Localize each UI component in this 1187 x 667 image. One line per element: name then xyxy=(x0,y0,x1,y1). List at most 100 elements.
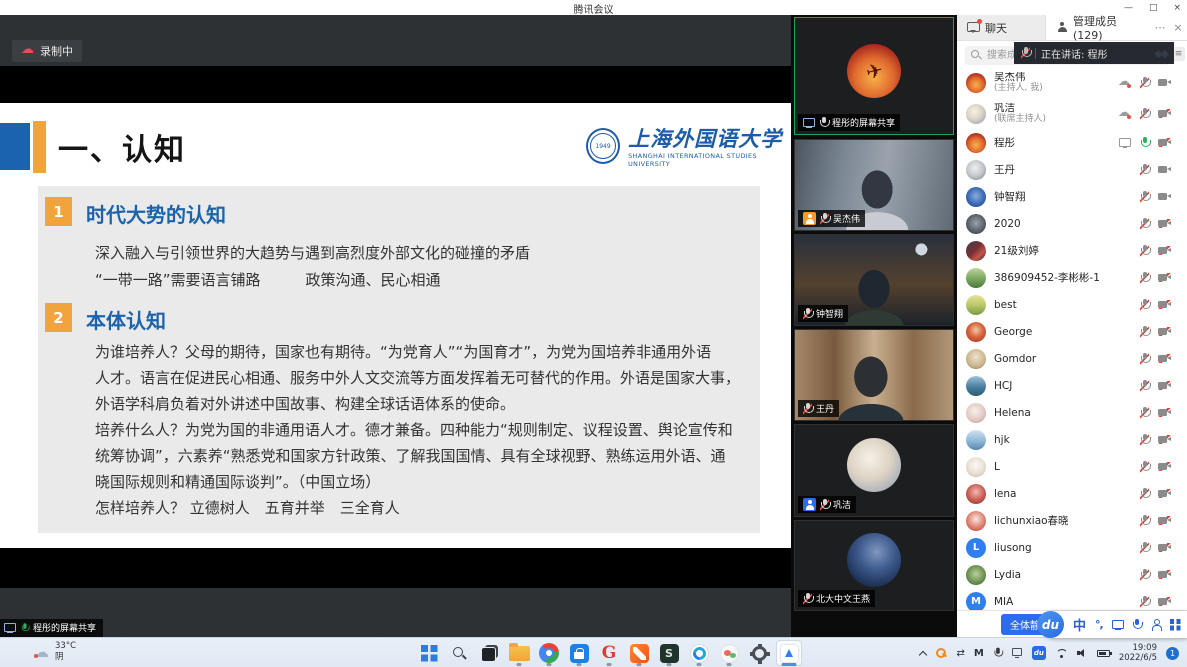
member-row[interactable]: Gomdor xyxy=(957,345,1187,372)
notification-count-badge[interactable]: 1 xyxy=(1166,647,1179,660)
screen-share-status-label: 程彤的屏幕共享 xyxy=(0,619,103,637)
taskbar-search-button[interactable] xyxy=(446,640,472,666)
avatar xyxy=(966,565,986,585)
speaker-icon[interactable] xyxy=(1077,648,1088,658)
recording-badge[interactable]: 录制中 xyxy=(12,40,82,62)
video-tile-wangdan[interactable]: 王丹 xyxy=(794,329,954,421)
taskbar-weather[interactable]: ☁ 33°C 阴 xyxy=(34,641,76,663)
member-row[interactable]: 巩洁(联席主持人) xyxy=(957,98,1187,129)
mic-on-icon xyxy=(1140,137,1149,149)
tab-chat[interactable]: 聊天 xyxy=(957,15,1046,40)
member-row[interactable]: HCJ xyxy=(957,372,1187,399)
camera-off-icon xyxy=(1158,165,1171,174)
speaking-indicator-banner: 正在讲话: 程彤 ◆◆ xyxy=(1014,42,1174,64)
ime-language-mode[interactable]: 中 xyxy=(1073,615,1086,634)
settings-button[interactable] xyxy=(746,640,772,666)
member-row[interactable]: L xyxy=(957,453,1187,480)
ime-menu-grid-icon[interactable] xyxy=(1170,619,1181,630)
mic-muted-icon xyxy=(1021,47,1030,59)
wechat-button[interactable] xyxy=(716,640,742,666)
sync-arrows-icon[interactable]: ⇄ xyxy=(956,648,964,659)
chrome-icon xyxy=(539,643,559,663)
member-row[interactable]: George xyxy=(957,318,1187,345)
member-row[interactable]: 钟智翔 xyxy=(957,183,1187,210)
share-label-text: 程彤的屏幕共享 xyxy=(33,621,96,634)
start-button[interactable] xyxy=(416,640,442,666)
mic-muted-icon xyxy=(1140,272,1149,284)
weather-temp: 33°C xyxy=(55,641,76,652)
member-row[interactable]: Helena xyxy=(957,399,1187,426)
close-button[interactable]: × xyxy=(1173,3,1181,13)
member-name: liusong xyxy=(994,542,1132,554)
g-app-icon: G xyxy=(602,643,617,663)
taskbar-clock[interactable]: 19:09 2022/6/5 xyxy=(1119,643,1157,663)
avatar xyxy=(847,533,901,587)
video-tile-zhongzhixiang[interactable]: 钟智翔 xyxy=(794,234,954,326)
member-row[interactable]: hjk xyxy=(957,426,1187,453)
member-row[interactable]: Lydia xyxy=(957,561,1187,588)
maximize-button[interactable]: □ xyxy=(1149,3,1158,13)
member-row[interactable]: L liusong xyxy=(957,534,1187,561)
member-row[interactable]: 2020 xyxy=(957,210,1187,237)
window-titlebar: 腾讯会议 — □ × xyxy=(0,0,1187,15)
windows-logo-icon xyxy=(421,645,438,662)
member-name: 386909452-李彬彬-1 xyxy=(994,270,1132,285)
file-explorer-button[interactable] xyxy=(506,640,532,666)
m-tray-icon[interactable]: M xyxy=(974,648,984,659)
member-row[interactable]: 386909452-李彬彬-1 xyxy=(957,264,1187,291)
tile-label: 程彤的屏幕共享 xyxy=(832,116,895,129)
window-title: 腾讯会议 xyxy=(0,1,1187,16)
tray-overflow-chevron-icon[interactable] xyxy=(918,649,927,657)
tile-label: 王丹 xyxy=(816,402,834,415)
wechat-icon xyxy=(720,644,739,663)
ime-account-icon[interactable] xyxy=(1151,619,1161,630)
baidu-ime-tray-icon[interactable]: du xyxy=(1032,646,1046,660)
task-view-button[interactable] xyxy=(476,640,502,666)
member-row[interactable]: 王丹 xyxy=(957,156,1187,183)
microsoft-store-button[interactable] xyxy=(566,640,592,666)
drive-app-button[interactable] xyxy=(686,640,712,666)
camera-off-icon xyxy=(1158,78,1171,87)
member-name: 钟智翔 xyxy=(994,189,1132,204)
member-row[interactable]: 吴杰伟(主持人, 我) xyxy=(957,67,1187,98)
panel-close-button[interactable]: × xyxy=(1169,15,1187,40)
ime-virtual-keyboard-icon[interactable] xyxy=(1112,620,1124,630)
video-tile-screen-share[interactable]: ✈ 程彤的屏幕共享 xyxy=(794,17,954,135)
ime-voice-input-icon[interactable] xyxy=(1133,619,1142,631)
video-tile-wujiewei[interactable]: 吴杰伟 xyxy=(794,139,954,231)
member-row[interactable]: best xyxy=(957,291,1187,318)
university-logo: 1949 上海外国语大学 SHANGHAI INTERNATIONAL STUD… xyxy=(586,128,791,168)
section-1-line-2: “一带一路”需要语言铺路 政策沟通、民心相通 xyxy=(95,269,441,290)
avatar xyxy=(966,214,986,234)
tencent-meeting-app-button[interactable] xyxy=(776,640,802,666)
member-row[interactable]: 程彤 xyxy=(957,129,1187,156)
s-phone-app-button[interactable]: S xyxy=(656,640,682,666)
tile-label: 巩洁 xyxy=(833,498,851,511)
member-row[interactable]: M MIA xyxy=(957,588,1187,610)
baidu-ime-logo-icon[interactable]: du xyxy=(1037,611,1064,638)
tencent-meeting-icon xyxy=(781,645,798,662)
video-tile-gongjie[interactable]: 巩洁 xyxy=(794,424,954,517)
orange-app-button[interactable] xyxy=(626,640,652,666)
member-row[interactable]: lichunxiao春晓 xyxy=(957,507,1187,534)
avatar xyxy=(966,511,986,531)
g-app-button[interactable]: G xyxy=(596,640,622,666)
minimize-button[interactable]: — xyxy=(1124,3,1133,13)
member-row[interactable]: 21级刘婷 xyxy=(957,237,1187,264)
folder-icon xyxy=(509,646,530,661)
member-row[interactable]: lena xyxy=(957,480,1187,507)
member-list: 吴杰伟(主持人, 我) 巩洁(联席主持人) 程彤 王丹 钟智翔 xyxy=(957,67,1187,610)
chrome-button[interactable] xyxy=(536,640,562,666)
tab-manage-members[interactable]: 管理成员(129) xyxy=(1046,15,1151,40)
cloud-record-icon xyxy=(1118,78,1131,88)
panel-menu-button[interactable]: ⋯ xyxy=(1151,15,1169,40)
wifi-icon[interactable] xyxy=(1055,648,1068,658)
network-device-icon[interactable] xyxy=(1011,648,1023,658)
ime-punctuation-toggle[interactable]: °, xyxy=(1095,618,1103,631)
battery-icon[interactable] xyxy=(1097,650,1110,657)
ime-key-icon[interactable] xyxy=(936,648,947,659)
video-tile-beidazhongwen[interactable]: 北大中文王燕 xyxy=(794,520,954,611)
avatar xyxy=(966,187,986,207)
slide-content-box: 1 时代大势的认知 深入融入与引领世界的大趋势与遇到高烈度外部文化的碰撞的矛盾 … xyxy=(38,186,760,533)
tray-mic-icon[interactable] xyxy=(993,648,1001,659)
